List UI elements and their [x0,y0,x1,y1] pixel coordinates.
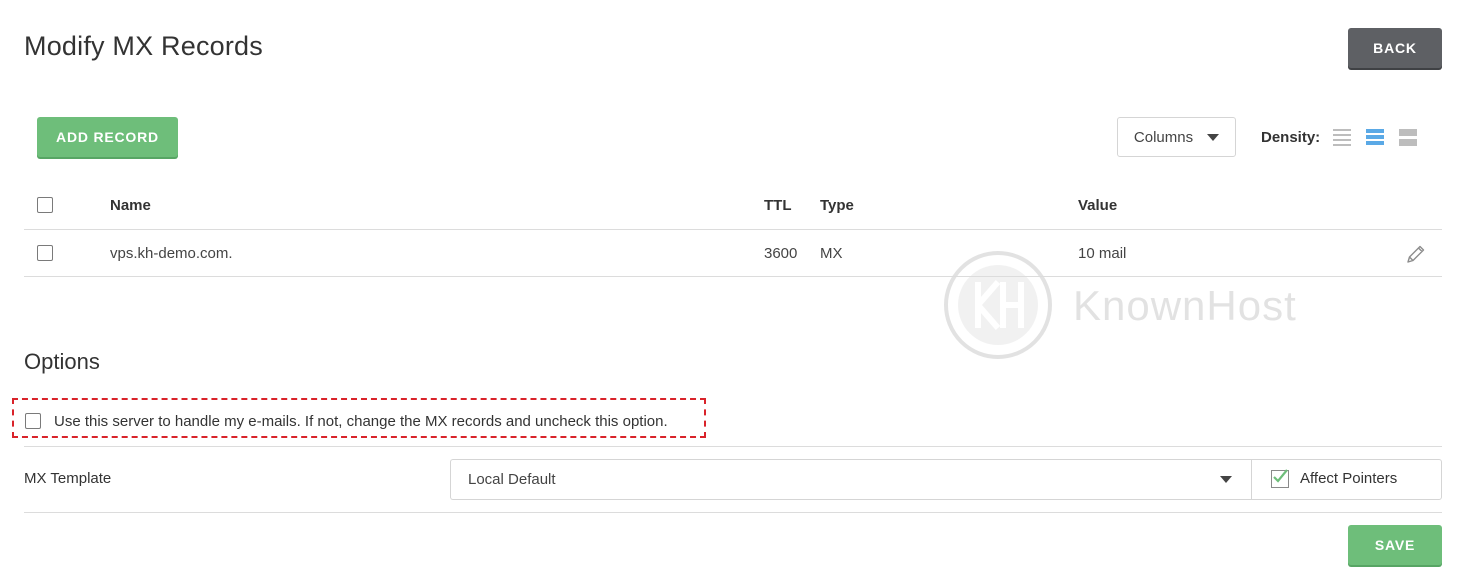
columns-dropdown[interactable]: Columns [1117,117,1236,157]
column-header-ttl[interactable]: TTL [764,197,792,214]
use-server-label[interactable]: Use this server to handle my e-mails. If… [54,413,668,430]
mx-template-select[interactable] [450,459,1252,500]
row-name: vps.kh-demo.com. [110,245,233,262]
check-icon [1273,469,1288,483]
mx-template-value[interactable]: Local Default [468,471,556,488]
pencil-edit-icon[interactable] [1404,242,1428,266]
columns-label: Columns [1133,128,1194,146]
caret-down-icon [1207,133,1220,141]
affect-pointers-checkbox[interactable] [1271,469,1289,488]
table-header-divider [24,229,1442,230]
table-row-divider [24,276,1442,277]
back-button[interactable]: BACK [1348,28,1442,68]
select-caret-down-icon[interactable] [1220,476,1232,483]
watermark-text: KnownHost [1073,282,1297,329]
use-server-checkbox[interactable] [25,413,41,429]
density-comfortable-icon[interactable] [1366,129,1384,146]
row-value: 10 mail [1078,245,1127,262]
add-record-button[interactable]: ADD RECORD [37,117,178,157]
column-header-name[interactable]: Name [110,197,151,214]
knownhost-watermark-logo: KnownHost [944,251,1297,359]
density-spacious-icon[interactable] [1399,129,1417,146]
column-header-type[interactable]: Type [820,197,854,214]
options-divider [24,446,1442,447]
row-type: MX [820,245,843,262]
page-title: Modify MX Records [24,31,263,61]
column-header-value[interactable]: Value [1078,197,1117,214]
affect-pointers-label[interactable]: Affect Pointers [1300,470,1397,487]
form-divider [24,512,1442,513]
save-button[interactable]: SAVE [1348,525,1442,565]
options-title: Options [24,349,100,374]
row-ttl: 3600 [764,245,798,262]
row-checkbox[interactable] [37,245,53,261]
density-compact-icon[interactable] [1333,129,1351,146]
mx-template-label: MX Template [24,470,112,487]
select-all-checkbox[interactable] [37,197,53,213]
density-label: Density: [1261,129,1321,146]
